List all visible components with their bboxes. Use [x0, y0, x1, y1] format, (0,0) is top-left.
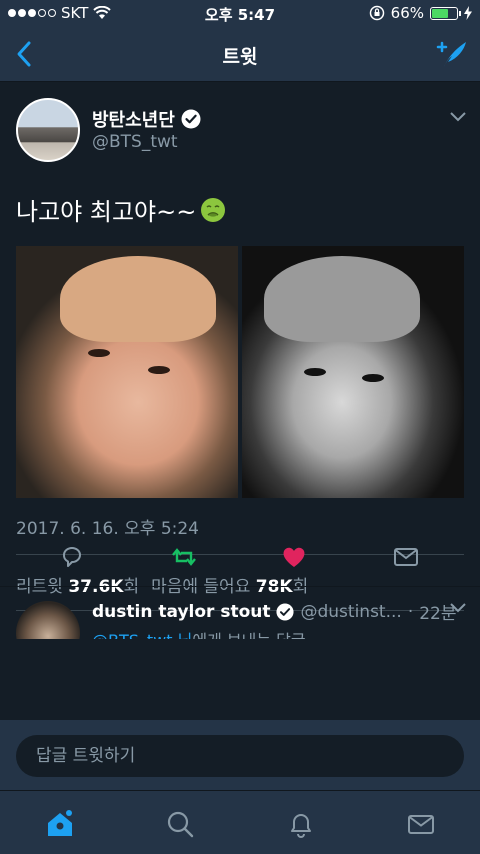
messages-envelope-icon[interactable] — [406, 809, 436, 839]
reply-author-avatar[interactable] — [16, 601, 80, 639]
photo-hair-shape — [264, 256, 420, 342]
reply-icon[interactable] — [58, 543, 86, 571]
reply-input[interactable] — [16, 735, 464, 777]
nav-bar: 트윗 — [0, 26, 480, 82]
reply-tweet[interactable]: dustin taylor stout @dustinst... · 22분 @… — [0, 587, 480, 639]
tab-bar — [0, 790, 480, 854]
reply-author-name[interactable]: dustin taylor stout — [92, 602, 270, 622]
tweet-photo-1[interactable] — [16, 246, 238, 498]
reply-composer-bar — [0, 720, 480, 790]
compose-tweet-icon[interactable] — [434, 38, 468, 70]
reply-context-text: 에게 보내는 답글 — [192, 631, 305, 639]
heart-icon[interactable] — [280, 543, 308, 571]
nauseated-face-emoji-icon — [201, 197, 226, 222]
photo-hair-shape — [60, 256, 216, 342]
tweet-photo-2[interactable] — [242, 246, 464, 498]
photo-eye-shape — [362, 374, 384, 382]
chevron-down-icon[interactable] — [450, 603, 466, 613]
author-name-row[interactable]: 방탄소년단 — [92, 106, 201, 132]
tweet-timestamp: 2017. 6. 16. 오후 5:24 — [16, 519, 199, 539]
verified-badge-icon — [181, 109, 201, 129]
rotation-lock-icon — [369, 5, 384, 21]
battery-percent: 66% — [390, 4, 424, 22]
search-icon[interactable] — [165, 809, 195, 839]
tweet-text: 나고야 최고야~~ — [16, 198, 197, 226]
reply-context: @BTS_twt 님에게 보내는 답글 — [92, 627, 306, 639]
author-handle[interactable]: @BTS_twt — [92, 132, 178, 152]
battery-icon — [430, 6, 461, 20]
author-avatar[interactable] — [16, 98, 80, 162]
status-right: 66% — [369, 4, 472, 22]
charging-icon — [464, 6, 472, 20]
tweet-text-row: 나고야 최고야~~ — [16, 192, 226, 227]
photo-eye-shape — [304, 368, 326, 376]
reply-separator: · — [407, 601, 414, 622]
home-icon[interactable] — [45, 809, 75, 839]
photo-eye-shape — [148, 366, 170, 374]
notifications-bell-icon[interactable] — [286, 809, 316, 839]
retweet-icon[interactable] — [170, 543, 198, 571]
chevron-down-icon[interactable] — [450, 112, 466, 122]
status-bar: SKT 오후 5:47 66% — [0, 0, 480, 26]
tweet-actions — [0, 543, 480, 573]
verified-badge-icon — [276, 602, 295, 621]
reply-mention-link[interactable]: @BTS_twt 님 — [92, 631, 192, 639]
photo-eye-shape — [88, 349, 110, 357]
reply-author-handle: @dustinst... — [300, 601, 402, 622]
author-name[interactable]: 방탄소년단 — [92, 106, 175, 132]
page-title: 트윗 — [222, 46, 258, 68]
message-icon[interactable] — [392, 543, 420, 571]
reply-author-row[interactable]: dustin taylor stout @dustinst... · 22분 — [92, 599, 457, 625]
